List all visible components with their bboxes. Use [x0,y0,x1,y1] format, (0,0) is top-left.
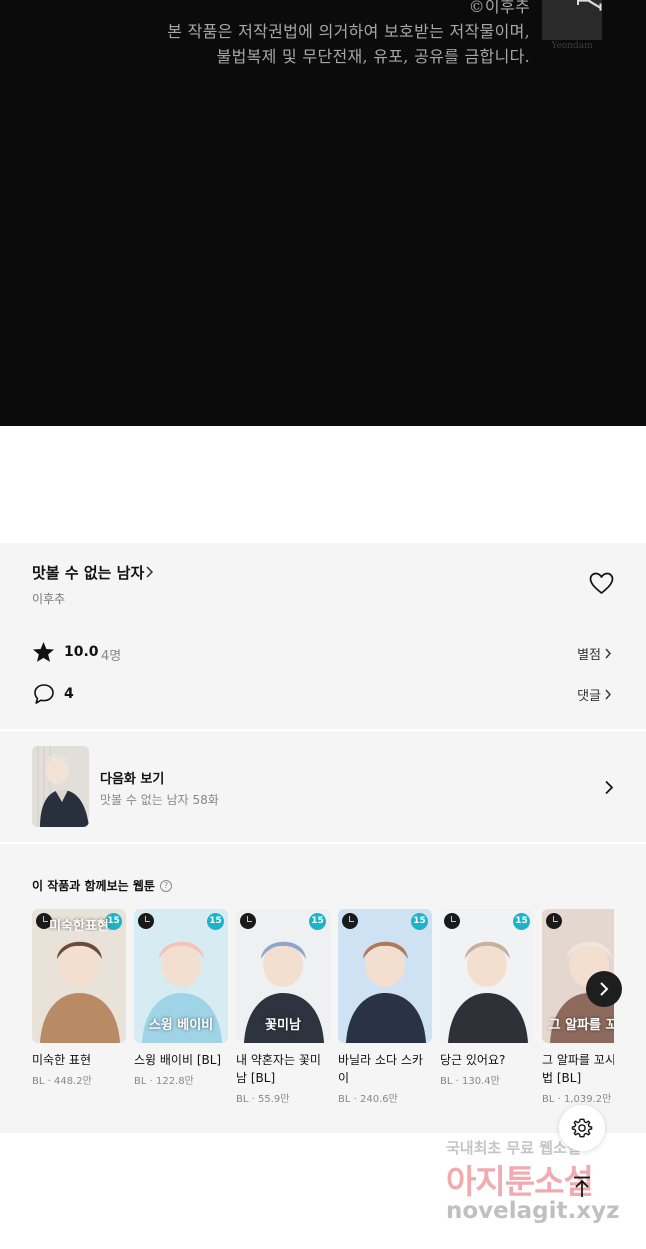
copyright-line: 본 작품은 저작권법에 의거하여 보호받는 저작물이며, [167,22,530,41]
recommend-card-cover[interactable]: 15 [440,909,534,1043]
carousel-next-button[interactable] [586,971,622,1007]
age-rating-badge: 15 [411,913,428,930]
rating-count: 4명 [101,649,122,664]
age-rating-badge: 15 [513,913,530,930]
recommend-card-title[interactable]: 스윙 배이비 [BL] [134,1051,228,1069]
heart-icon[interactable] [589,572,614,595]
series-author: 이후추 [32,592,66,606]
chevron-right-icon [600,982,609,996]
comment-bubble-icon [34,684,54,704]
page: ©이후추 본 작품은 저작권법에 의거하여 보호받는 저작물이며, 불법복제 및… [0,0,646,1249]
age-rating-badge: 15 [309,913,326,930]
recommend-card-title[interactable]: 미숙한 표현 [32,1051,126,1069]
comment-count: 4 [64,686,74,702]
divider [0,729,646,731]
recommend-card-cover[interactable]: 15 스윙 베이비 [134,909,228,1043]
recommend-heading-text: 이 작품과 함께보는 웹툰 [32,879,155,893]
settings-button[interactable] [559,1105,605,1151]
divider [0,842,646,844]
wait-free-clock-icon [240,913,256,929]
recommend-carousel: 15 미숙한표현 미숙한 표현 BL · 448.2만 15 스윙 베이비 스윙 배이비 [… [32,909,614,1109]
wait-free-clock-icon [546,913,562,929]
chevron-right-icon [605,648,611,659]
watermark-brand: 아지툰소설 [446,1162,594,1201]
rating-link-label: 별점 [577,648,601,663]
episode-viewer-end: ©이후추 본 작품은 저작권법에 의거하여 보호받는 저작물이며, 불법복제 및… [0,0,646,426]
cover-title-art: 그 알파를 꼬시 [548,1018,614,1033]
recommend-card-title[interactable]: 바닐라 소다 스카이 [338,1051,432,1087]
recommend-card[interactable]: 15 당근 있어요? BL · 130.4만 [440,909,534,1087]
star-icon [32,641,55,662]
comments-link[interactable]: 댓글 [577,685,612,704]
recommend-card[interactable]: 15 꽃미남내 약혼자는 꽃미남 [BL] BL · 55.9만 [236,909,330,1105]
recommend-card-meta: BL · 55.9만 [236,1094,290,1105]
cover-title-art: 스윙 베이비 [148,1018,214,1033]
publisher-logo-text: Yeondam [551,41,593,51]
arrow-up-icon[interactable] [572,1176,592,1198]
copyright-author: ©이후추 [468,0,530,16]
wait-free-clock-icon [342,913,358,929]
age-rating-badge: 15 [207,913,224,930]
recommend-card[interactable]: 그 알파를 꼬시그 알파를 꼬시는 법 [BL] BL · 1,039.2만 [542,909,614,1105]
recommend-card-cover[interactable]: 15 미숙한표현 [32,909,126,1043]
recommend-card-meta: BL · 240.6만 [338,1094,398,1105]
chevron-right-icon[interactable] [604,780,614,795]
copyright-notice: ©이후추 본 작품은 저작권법에 의거하여 보호받는 저작물이며, 불법복제 및… [167,0,530,69]
next-episode-thumbnail[interactable] [32,746,89,827]
chevron-right-icon[interactable] [145,566,154,578]
rating-score: 10.0 [64,644,99,660]
recommend-card-meta: BL · 448.2만 [32,1076,92,1087]
next-episode-label[interactable]: 다음화 보기 [100,768,164,787]
copyright-line: 불법복제 및 무단전재, 유포, 공유를 금합니다. [216,47,530,66]
recommend-card[interactable]: 15 바닐라 소다 스카이 BL · 240.6만 [338,909,432,1105]
wait-free-clock-icon [444,913,460,929]
rating-link[interactable]: 별점 [577,644,612,663]
gear-icon [571,1118,593,1138]
cover-title-art: 미숙한표현 [49,919,109,931]
wait-free-clock-icon [138,913,154,929]
recommend-card-cover[interactable]: 15 [338,909,432,1043]
next-episode-subtitle: 맛볼 수 없는 남자 58화 [100,793,219,807]
help-icon[interactable]: ? [159,879,172,892]
comments-link-label: 댓글 [577,689,601,704]
recommend-card-meta: BL · 1,039.2만 [542,1094,612,1105]
recommend-card-title[interactable]: 당근 있어요? [440,1051,534,1069]
recommend-card-meta: BL · 130.4만 [440,1076,500,1087]
recommend-card-title[interactable]: 내 약혼자는 꽃미남 [BL] [236,1051,330,1087]
recommend-heading: 이 작품과 함께보는 웹툰 ? [32,877,172,894]
recommend-card[interactable]: 15 스윙 베이비스윙 배이비 [BL] BL · 122.8만 [134,909,228,1087]
watermark-domain: novelagit.xyz [446,1198,620,1224]
chevron-right-icon [605,689,611,700]
recommend-card-title[interactable]: 그 알파를 꼬시는 법 [BL] [542,1051,614,1087]
recommend-card-cover[interactable]: 15 꽃미남 [236,909,330,1043]
cover-title-art: 꽃미남 [265,1018,301,1033]
recommend-card-meta: BL · 122.8만 [134,1076,194,1087]
series-title[interactable]: 맛볼 수 없는 남자 [32,562,144,583]
publisher-logo: Y [542,0,602,40]
recommend-card[interactable]: 15 미숙한표현미숙한 표현 BL · 448.2만 [32,909,126,1087]
